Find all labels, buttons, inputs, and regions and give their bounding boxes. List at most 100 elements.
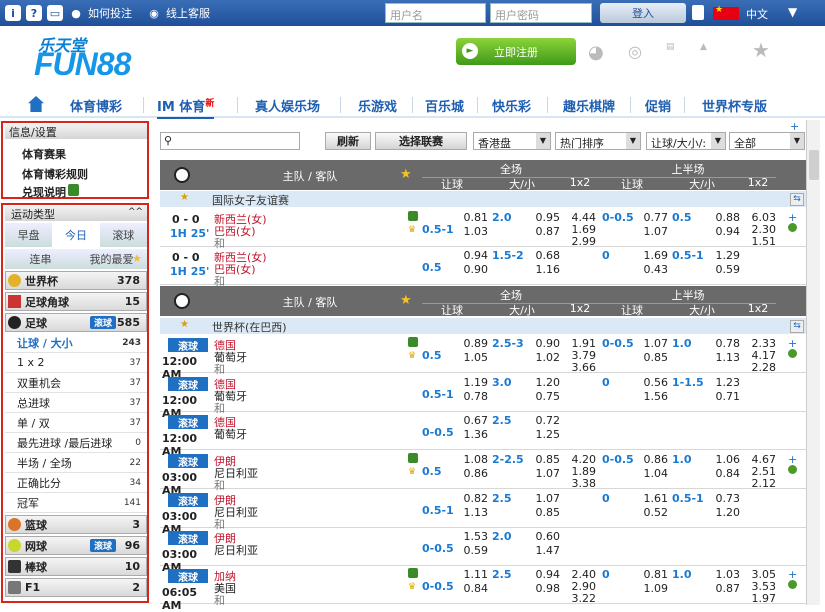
half-ou-odds-under[interactable]: 1.13 <box>704 351 741 364</box>
tab-parlay[interactable]: 连串 <box>5 249 76 269</box>
scroll-thumb[interactable] <box>809 150 819 180</box>
ou-odds-under[interactable]: 0.98 <box>524 582 561 595</box>
ou-odds-under[interactable]: 1.02 <box>524 351 561 364</box>
market-correct-score[interactable]: 正确比分 34 <box>5 473 147 493</box>
live-button[interactable]: 滚球 <box>168 338 208 353</box>
x12-draw[interactable]: 3.66 <box>562 361 597 374</box>
tab-today[interactable]: 今日 <box>52 223 100 247</box>
nav-lottery[interactable]: 快乐彩 <box>492 96 531 115</box>
hdp-odds-away[interactable]: 0.84 <box>452 582 489 595</box>
ou-odds-under[interactable]: 1.16 <box>524 263 561 276</box>
half-hdp-odds-home[interactable]: 0.77 <box>632 211 669 224</box>
all-select[interactable]: 全部 ▼ <box>729 132 805 150</box>
youku-icon[interactable]: ▤ <box>666 42 675 52</box>
help-icon[interactable]: ? <box>26 5 42 21</box>
market-select[interactable]: 让球/大小/: ▼ <box>646 132 726 150</box>
ou-odds-under[interactable]: 1.25 <box>524 428 561 441</box>
half-hdp-odds-home[interactable]: 0.81 <box>632 568 669 581</box>
half-ou-odds-over[interactable]: 1.29 <box>704 249 741 262</box>
live-button[interactable]: 滚球 <box>168 377 208 392</box>
tv-icon[interactable]: ▭ <box>47 5 63 21</box>
refresh-button[interactable]: 刷新 <box>325 132 371 150</box>
league-row-1[interactable]: ★ 国际女子友谊赛 <box>160 191 806 207</box>
stats-icon[interactable] <box>788 580 797 589</box>
sport-football[interactable]: 足球 滚球 585 <box>5 313 147 332</box>
half-ou-odds-over[interactable]: 1.23 <box>704 376 741 389</box>
sort-select[interactable]: 热门排序 ▼ <box>555 132 641 150</box>
plus-icon[interactable]: + <box>790 120 799 133</box>
half-hdp-odds-away[interactable]: 1.09 <box>632 582 669 595</box>
half-hdp-odds-away[interactable]: 1.56 <box>632 390 669 403</box>
sport-f1[interactable]: F1 2 <box>5 578 147 597</box>
ou-odds-over[interactable]: 0.68 <box>524 249 561 262</box>
nav-chess[interactable]: 趣乐棋牌 <box>563 96 615 115</box>
hdp-odds-home[interactable]: 1.08 <box>452 453 489 466</box>
ou-odds-over[interactable]: 1.07 <box>524 492 561 505</box>
sport-baseball[interactable]: 棒球 10 <box>5 557 147 576</box>
language-select[interactable]: 中文 <box>746 6 768 22</box>
hdp-odds-home[interactable]: 1.19 <box>452 376 489 389</box>
hdp-odds-away[interactable]: 0.86 <box>452 467 489 480</box>
chevron-down-icon[interactable]: ▼ <box>788 5 797 19</box>
login-button[interactable]: 登入 <box>600 3 686 23</box>
star-icon[interactable]: ★ <box>180 192 189 203</box>
password-input[interactable]: 用户密码 <box>490 3 592 23</box>
market-double-chance[interactable]: 双重机会 37 <box>5 373 147 393</box>
live-button[interactable]: 滚球 <box>168 415 208 430</box>
x12-draw[interactable]: 3.38 <box>562 477 597 490</box>
half-ou-odds-under[interactable]: 0.59 <box>704 263 741 276</box>
sport-corners[interactable]: 足球角球 15 <box>5 292 147 311</box>
hdp-odds-home[interactable]: 0.67 <box>452 414 489 427</box>
nav-games[interactable]: 乐游戏 <box>358 96 397 115</box>
half-ou-odds-over[interactable]: 1.06 <box>704 453 741 466</box>
nav-im-sports[interactable]: IM 体育新 <box>157 96 215 119</box>
hdp-odds-home[interactable]: 1.53 <box>452 530 489 543</box>
info-icon[interactable]: i <box>5 5 21 21</box>
refresh-icon[interactable]: ⇆ <box>790 320 804 333</box>
half-x12-draw[interactable]: 1.97 <box>742 592 777 605</box>
username-input[interactable]: 用户名 <box>385 3 486 23</box>
half-ou-odds-over[interactable]: 0.78 <box>704 337 741 350</box>
partner-icon[interactable]: ▲ <box>700 42 707 52</box>
sport-basketball[interactable]: 篮球 3 <box>5 515 147 534</box>
live-button[interactable]: 滚球 <box>168 569 208 584</box>
ou-odds-under[interactable]: 0.87 <box>524 225 561 238</box>
weibo-icon[interactable]: ◎ <box>628 42 642 61</box>
market-total-goals[interactable]: 总进球 37 <box>5 393 147 413</box>
half-hdp-odds-away[interactable]: 1.07 <box>632 225 669 238</box>
x12-draw[interactable]: 3.22 <box>562 592 597 605</box>
ou-odds-over[interactable]: 1.20 <box>524 376 561 389</box>
collapse-icon[interactable]: ^^ <box>128 207 143 217</box>
wechat-icon[interactable]: ◕ <box>588 42 604 63</box>
tab-live[interactable]: 滚球 <box>99 223 147 247</box>
stats-icon[interactable] <box>788 223 797 232</box>
ou-odds-over[interactable]: 0.85 <box>524 453 561 466</box>
market-hdp-ou[interactable]: 让球 / 大小 243 <box>5 333 147 353</box>
hdp-odds-away[interactable]: 1.05 <box>452 351 489 364</box>
hdp-odds-home[interactable]: 0.89 <box>452 337 489 350</box>
star-icon[interactable]: ★ <box>752 38 770 62</box>
half-x12-draw[interactable]: 2.28 <box>742 361 777 374</box>
market-odd-even[interactable]: 单 / 双 37 <box>5 413 147 433</box>
half-ou-odds-over[interactable]: 0.73 <box>704 492 741 505</box>
half-hdp-odds-away[interactable]: 1.04 <box>632 467 669 480</box>
online-cs-link[interactable]: 线上客服 <box>166 5 210 21</box>
ou-odds-over[interactable]: 0.72 <box>524 414 561 427</box>
half-ou-odds-under[interactable]: 0.84 <box>704 467 741 480</box>
china-flag-icon[interactable] <box>713 5 739 20</box>
star-icon[interactable]: ★ <box>400 167 412 182</box>
nav-sports[interactable]: 体育博彩 <box>70 96 122 115</box>
half-ou-odds-under[interactable]: 0.94 <box>704 225 741 238</box>
ou-odds-over[interactable]: 0.60 <box>524 530 561 543</box>
hdp-odds-home[interactable]: 0.82 <box>452 492 489 505</box>
nav-worldcup[interactable]: 世界杯专版 <box>702 96 767 115</box>
half-hdp-odds-away[interactable]: 0.85 <box>632 351 669 364</box>
stats-icon[interactable] <box>788 349 797 358</box>
select-league-button[interactable]: 选择联赛 <box>375 132 467 150</box>
results-link[interactable]: 体育赛果 <box>22 146 66 162</box>
search-input[interactable]: ⚲ <box>160 132 300 150</box>
market-1x2[interactable]: 1 x 2 37 <box>5 353 147 373</box>
logo-en[interactable]: FUN88 <box>34 46 131 83</box>
how-to-bet-link[interactable]: 如何投注 <box>88 5 132 21</box>
hdp-odds-away[interactable]: 1.13 <box>452 506 489 519</box>
